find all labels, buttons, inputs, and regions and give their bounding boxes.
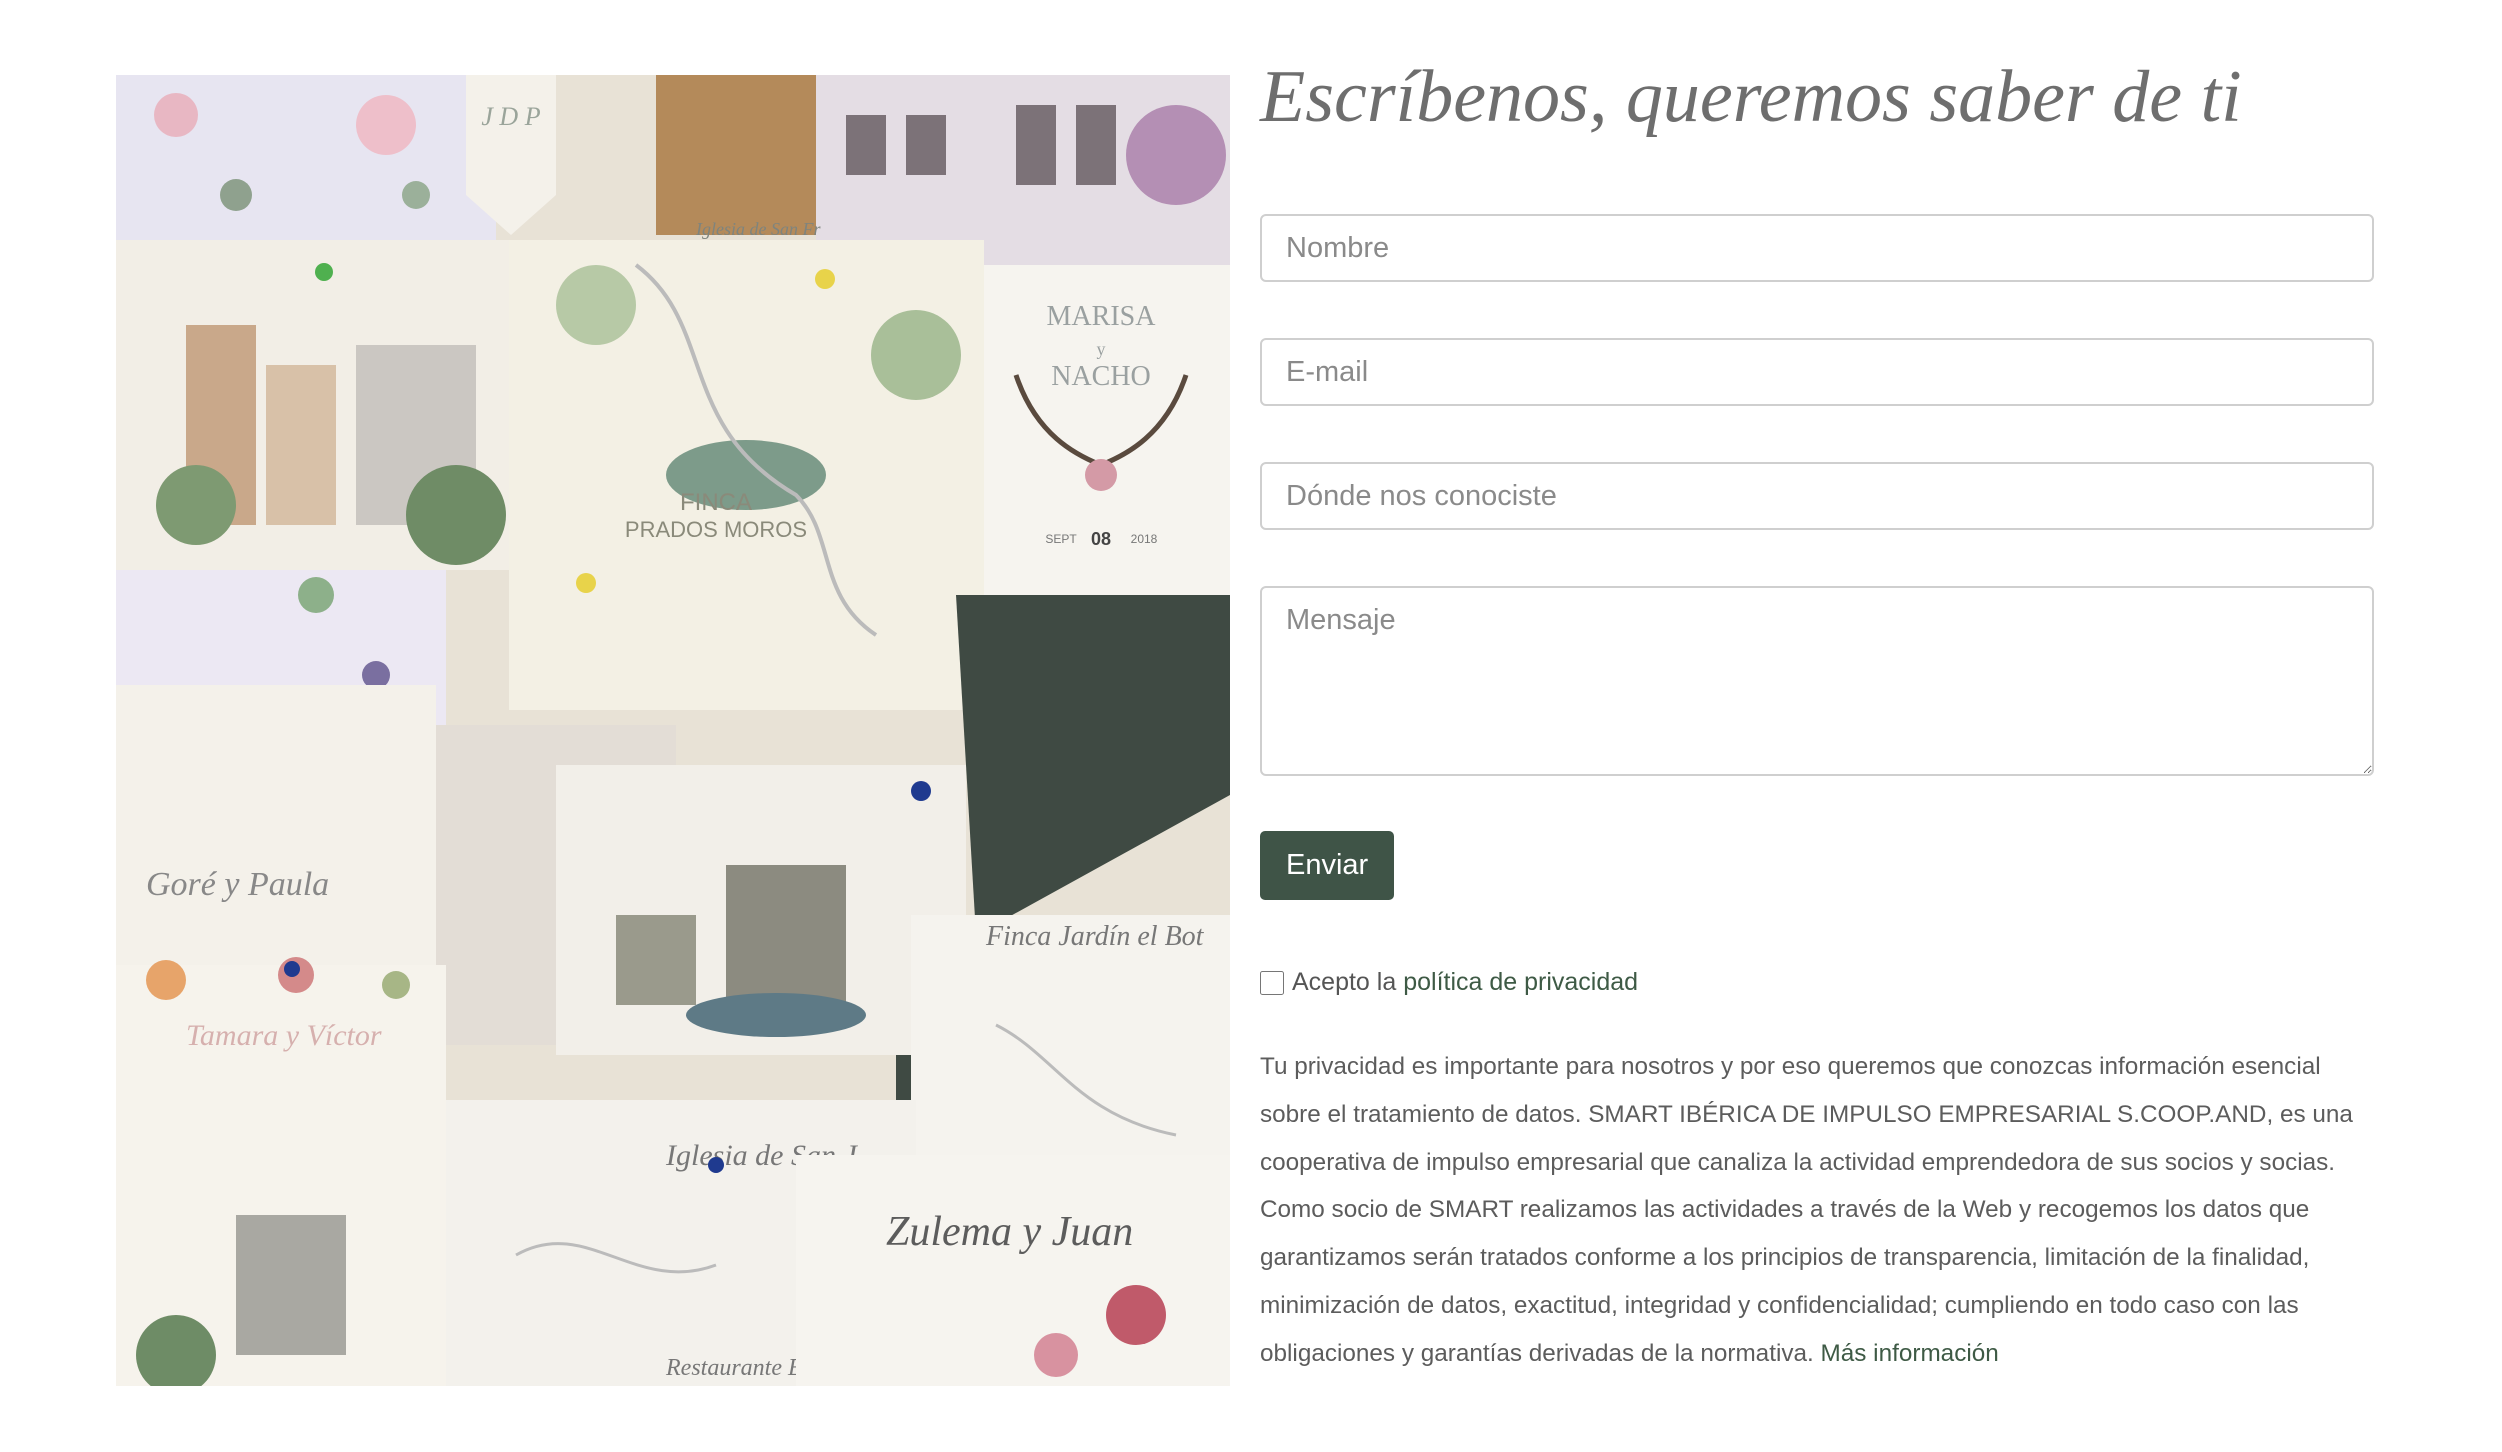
- cork-board-patch: [656, 75, 816, 235]
- message-textarea[interactable]: [1260, 586, 2374, 776]
- privacy-notice-text: Tu privacidad es importante para nosotro…: [1260, 1053, 2353, 1367]
- email-input[interactable]: [1260, 338, 2374, 406]
- more-info-link[interactable]: Más información: [1821, 1340, 1999, 1367]
- collage-nacho-text: NACHO: [1051, 361, 1151, 392]
- collage-jardin-text: Finca Jardín el Bot: [985, 921, 1205, 952]
- collage-illustration: J D P Iglesia de San Fr FINCA PRADOS MOR…: [116, 75, 1230, 1386]
- yellow-pin: [576, 573, 596, 593]
- yellow-pin: [815, 269, 835, 289]
- collage-zulema-text: Zulema y Juan: [886, 1209, 1133, 1255]
- privacy-policy-link[interactable]: política de privacidad: [1403, 968, 1638, 997]
- collage-finca-text: FINCA: [680, 489, 752, 516]
- collage-year-text: 2018: [1131, 532, 1158, 546]
- collage-marisa-text: MARISA: [1047, 301, 1157, 332]
- privacy-consent-checkbox[interactable]: [1260, 970, 1284, 995]
- zulema-juan-card: [796, 1155, 1230, 1386]
- invitations-collage-image: J D P Iglesia de San Fr FINCA PRADOS MOR…: [116, 75, 1230, 1386]
- page-title: Escríbenos, queremos saber de ti: [1260, 56, 2242, 138]
- collage-prados-text: PRADOS MOROS: [625, 517, 807, 542]
- navy-pin: [911, 781, 931, 801]
- collage-iglesia-top-text: Iglesia de San Fr: [695, 219, 821, 239]
- where-did-you-meet-us-input[interactable]: [1260, 462, 2374, 530]
- green-pin: [315, 263, 333, 281]
- consent-prefix-label: Acepto la: [1292, 968, 1397, 996]
- privacy-consent-row: Acepto la política de privacidad: [1260, 968, 2375, 997]
- collage-jdp-text: J D P: [481, 102, 540, 131]
- send-button[interactable]: Enviar: [1260, 831, 1395, 900]
- collage-tamara-text: Tamara y Víctor: [186, 1019, 382, 1052]
- collage-day-text: 08: [1091, 529, 1111, 549]
- privacy-notice: Tu privacidad es importante para nosotro…: [1260, 1043, 2374, 1378]
- contact-form-section: Escríbenos, queremos saber de ti Enviar …: [1260, 52, 2375, 1378]
- collage-y-text: y: [1097, 339, 1106, 359]
- jardin-card: [911, 915, 1230, 1175]
- collage-restaurante-text: Restaurante Eu: [665, 1355, 815, 1381]
- collage-gore-text: Goré y Paula: [146, 866, 329, 903]
- name-input[interactable]: [1260, 214, 2374, 282]
- collage-sept-text: SEPT: [1045, 532, 1077, 546]
